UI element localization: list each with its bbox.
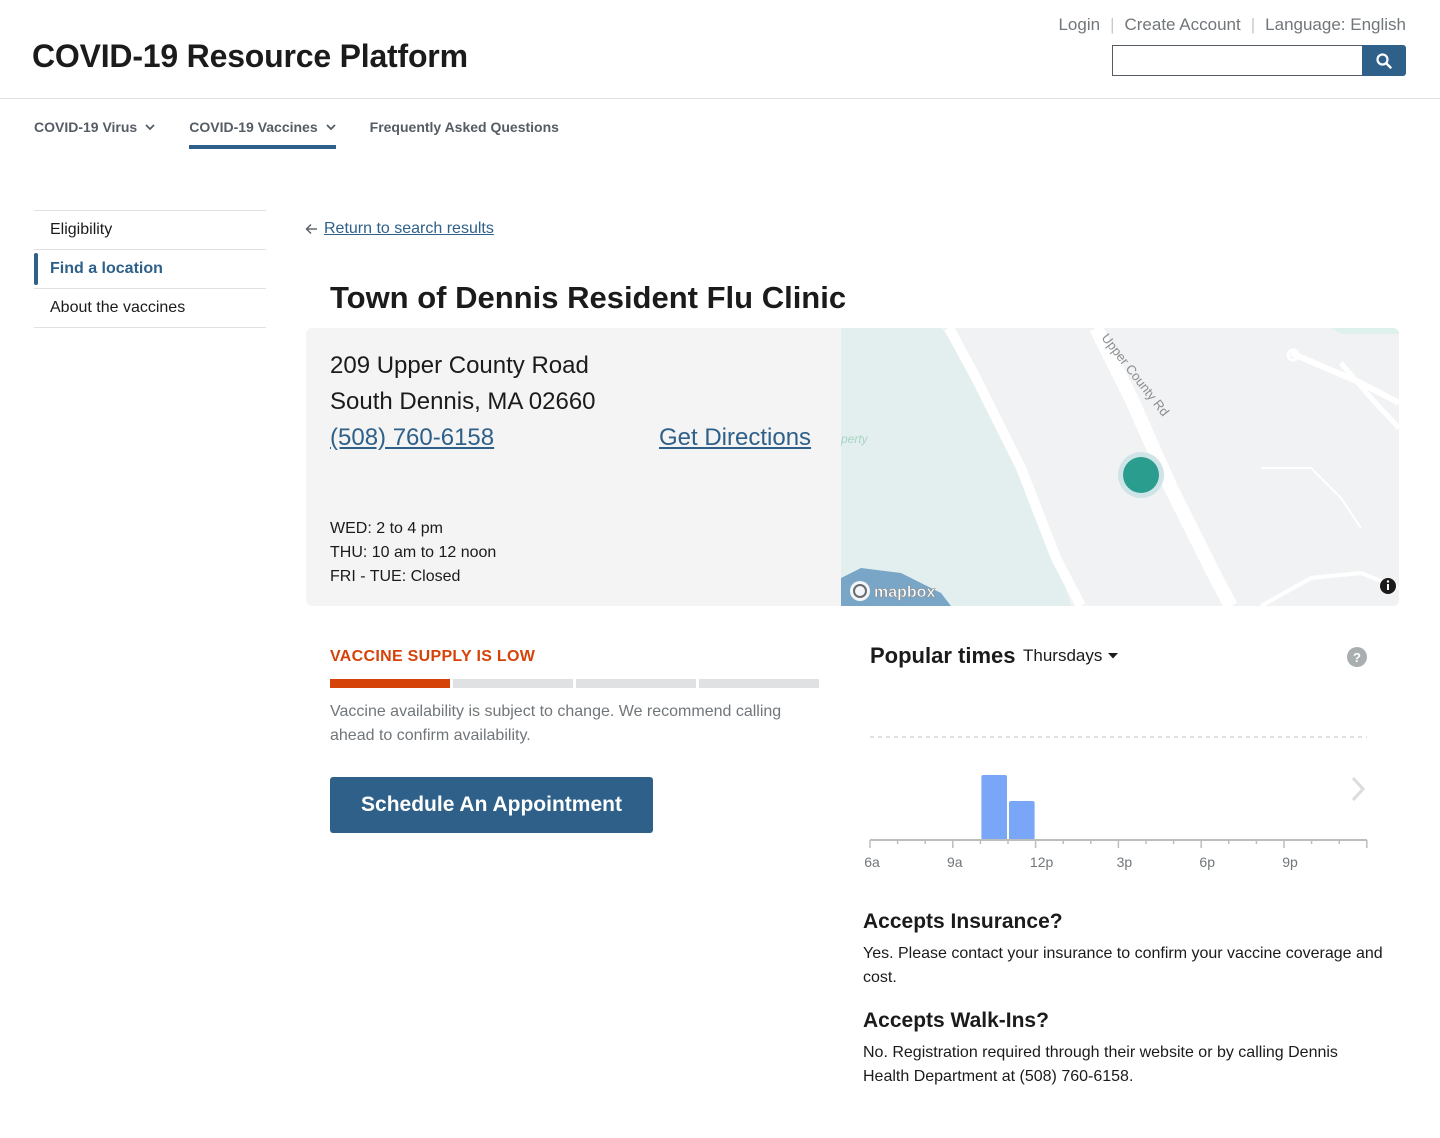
insurance-heading: Accepts Insurance? — [863, 910, 1063, 933]
map-place-label: perty — [841, 432, 869, 446]
nav-item-faq[interactable]: Frequently Asked Questions — [370, 113, 559, 149]
insurance-text: Yes. Please contact your insurance to co… — [863, 945, 1383, 986]
search-input[interactable] — [1112, 45, 1362, 76]
back-link[interactable]: Return to search results — [305, 220, 494, 238]
primary-nav: COVID-19 Virus COVID-19 Vaccines Frequen… — [34, 113, 593, 149]
supply-meter-segment — [576, 679, 696, 688]
location-card: 209 Upper County Road South Dennis, MA 0… — [306, 328, 1399, 606]
page-title: Town of Dennis Resident Flu Clinic — [330, 280, 847, 315]
day-selector[interactable]: Thursdays — [1023, 646, 1119, 666]
search-form — [1112, 45, 1406, 76]
sidenav-item-eligibility[interactable]: Eligibility — [34, 211, 266, 250]
arrow-left-icon — [305, 224, 317, 234]
divider: | — [1110, 15, 1115, 34]
chevron-down-icon — [326, 123, 336, 131]
map-canvas[interactable]: perty Upper County Rd mapbox — [841, 328, 1399, 606]
nav-item-covid-vaccines[interactable]: COVID-19 Vaccines — [189, 113, 337, 149]
supply-meter-segment — [453, 679, 573, 688]
walk-ins-heading: Accepts Walk-Ins? — [863, 1009, 1049, 1032]
chart-tick-label: 3p — [1117, 854, 1133, 870]
language-link[interactable]: Language: English — [1265, 15, 1406, 35]
supply-status: VACCINE SUPPLY IS LOW — [330, 648, 536, 665]
day-selector-label: Thursdays — [1023, 646, 1103, 665]
phone-link[interactable]: (508) 760-6158 — [330, 424, 494, 452]
create-account-link[interactable]: Create Account — [1124, 15, 1240, 35]
header-divider — [0, 98, 1440, 99]
login-link[interactable]: Login — [1058, 15, 1100, 35]
supply-meter-segment — [330, 679, 450, 688]
search-icon — [1376, 52, 1392, 69]
chart-tick-label: 6p — [1199, 854, 1215, 870]
nav-item-label: Frequently Asked Questions — [369, 119, 559, 135]
schedule-appointment-button[interactable]: Schedule An Appointment — [330, 777, 653, 833]
divider: | — [1250, 15, 1256, 34]
walk-ins-text: No. Registration required through their … — [863, 1044, 1338, 1085]
site-title[interactable]: COVID-19 Resource Platform — [32, 38, 468, 75]
get-directions-link[interactable]: Get Directions — [659, 424, 811, 452]
mapbox-logo[interactable]: mapbox — [850, 581, 936, 601]
help-icon[interactable]: ? — [1347, 647, 1367, 667]
supply-meter-segment — [699, 679, 819, 688]
address-line2: South Dennis, MA 02660 — [330, 388, 596, 415]
sidenav-item-find-location[interactable]: Find a location — [34, 250, 266, 289]
chart-tick-label: 9a — [947, 854, 963, 870]
supply-meter — [330, 679, 819, 688]
caret-down-icon — [1108, 653, 1119, 659]
chevron-down-icon — [145, 123, 155, 131]
hours-item: FRI - TUE: Closed — [330, 568, 461, 585]
chart-tick-label: 12p — [1030, 854, 1054, 870]
sidenav-item-about-vaccines[interactable]: About the vaccines — [34, 289, 266, 328]
utility-links: Login | Create Account | Language: Engli… — [1058, 15, 1406, 35]
info-icon[interactable] — [1380, 578, 1396, 594]
chevron-right-icon[interactable] — [1346, 774, 1370, 809]
map-attribution: mapbox — [874, 584, 935, 601]
chart-bar-11[interactable] — [1009, 801, 1035, 840]
hours-list: WED: 2 to 4 pm THU: 10 am to 12 noon FRI… — [330, 517, 496, 589]
nav-item-label: COVID-19 Vaccines — [189, 119, 318, 135]
search-button[interactable] — [1362, 45, 1406, 76]
hours-item: THU: 10 am to 12 noon — [330, 544, 497, 561]
back-link-label[interactable]: Return to search results — [324, 220, 494, 238]
popular-times-title: Popular times — [870, 643, 1016, 668]
popular-times-chart: 6a 9a 12p 3p 6p 9p — [864, 736, 1368, 870]
nav-item-covid-virus[interactable]: COVID-19 Virus — [34, 113, 155, 149]
nav-item-label: COVID-19 Virus — [34, 119, 138, 135]
hours-item: WED: 2 to 4 pm — [330, 520, 443, 537]
chart-bar-10[interactable] — [981, 775, 1007, 840]
chart-tick-label: 9p — [1282, 854, 1298, 870]
side-nav: Eligibility Find a location About the va… — [34, 210, 266, 328]
location-map[interactable]: perty Upper County Rd mapbox — [841, 328, 1399, 606]
address-line1: 209 Upper County Road — [330, 352, 589, 379]
supply-note: Vaccine availability is subject to chang… — [330, 703, 782, 744]
chart-tick-label: 6a — [864, 854, 880, 870]
